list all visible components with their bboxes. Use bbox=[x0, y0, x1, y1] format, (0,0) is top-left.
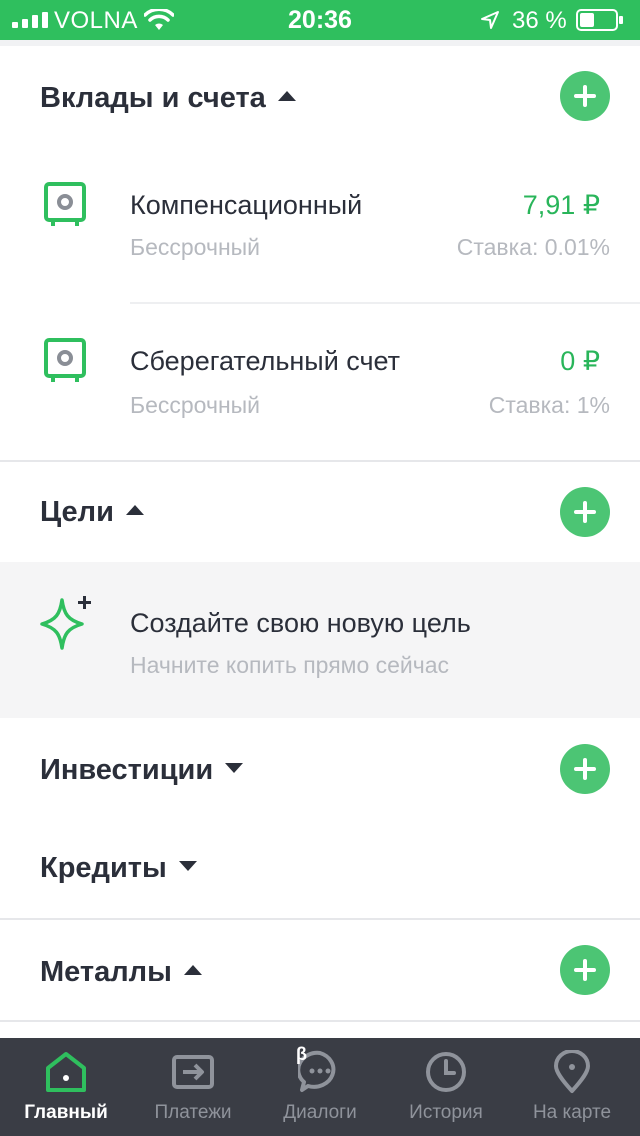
section-title-investments: Инвестиции bbox=[40, 754, 244, 787]
section-credits-header[interactable]: Кредиты bbox=[0, 818, 640, 918]
sparkle-plus-icon bbox=[40, 596, 91, 650]
section-investments-header[interactable]: Инвестиции bbox=[0, 718, 640, 818]
goal-card-title: Создайте свою новую цель bbox=[130, 608, 471, 638]
tab-label: История bbox=[409, 1102, 483, 1123]
tab-label: Диалоги bbox=[283, 1102, 357, 1123]
account-term: Бессрочный bbox=[130, 234, 261, 260]
add-metal-button[interactable] bbox=[560, 945, 610, 995]
tab-label: Главный bbox=[24, 1102, 108, 1123]
section-title-metals: Металлы bbox=[40, 956, 202, 989]
account-name: Компенсационный bbox=[130, 190, 363, 220]
clock-icon bbox=[426, 1052, 466, 1092]
section-deposits-label: Вклады и счета bbox=[40, 82, 266, 114]
section-title-credits: Кредиты bbox=[40, 852, 197, 885]
add-goal-button[interactable] bbox=[560, 487, 610, 537]
account-rate: Ставка: 1% bbox=[488, 392, 610, 418]
tab-label: Платежи bbox=[154, 1102, 232, 1123]
section-title-goals: Цели bbox=[40, 496, 144, 529]
add-deposit-button[interactable] bbox=[560, 71, 610, 121]
tab-label: На карте bbox=[532, 1102, 612, 1123]
tab-map[interactable]: На карте bbox=[508, 1038, 636, 1136]
add-investment-button[interactable] bbox=[560, 744, 610, 794]
location-arrow-icon bbox=[481, 11, 499, 29]
payments-icon bbox=[172, 1055, 214, 1089]
beta-badge: β bbox=[296, 1044, 307, 1064]
tab-bar: Главный Платежи Диалоги История На карте bbox=[0, 1038, 640, 1136]
tab-payments[interactable]: Платежи bbox=[129, 1038, 257, 1136]
safe-icon bbox=[44, 182, 86, 226]
account-amount: 7,91 ₽ bbox=[522, 190, 600, 220]
section-deposits-header[interactable]: Вклады и счета bbox=[0, 46, 640, 146]
section-goals-label: Цели bbox=[40, 496, 114, 528]
tab-dialogs[interactable]: Диалоги bbox=[256, 1038, 384, 1136]
section-goals-header[interactable]: Цели bbox=[0, 462, 640, 562]
section-metals-label: Металлы bbox=[40, 956, 172, 988]
section-title-deposits: Вклады и счета bbox=[40, 82, 296, 115]
account-name: Сберегательный счет bbox=[130, 346, 401, 376]
section-metals-header[interactable]: Металлы bbox=[0, 920, 640, 1020]
row-divider bbox=[130, 302, 640, 304]
caret-up-icon bbox=[277, 91, 296, 102]
map-pin-icon bbox=[554, 1050, 590, 1093]
section-divider bbox=[0, 1020, 640, 1022]
account-term: Бессрочный bbox=[130, 392, 261, 418]
home-icon bbox=[46, 1052, 86, 1092]
goal-card-subtitle: Начните копить прямо сейчас bbox=[130, 652, 450, 678]
account-row-savings[interactable]: Сберегательный счет Бессрочный 0 ₽ Ставк… bbox=[0, 306, 640, 456]
status-bar: VOLNA 20:36 36 % bbox=[0, 0, 640, 40]
caret-up-icon bbox=[125, 505, 144, 516]
battery-icon bbox=[576, 9, 623, 31]
section-investments-label: Инвестиции bbox=[40, 754, 214, 786]
caret-down-icon bbox=[225, 763, 244, 774]
caret-down-icon bbox=[178, 861, 197, 872]
battery-percentage: 36 % bbox=[512, 7, 567, 34]
tab-home[interactable]: Главный bbox=[2, 1038, 130, 1136]
account-amount: 0 ₽ bbox=[560, 346, 600, 376]
safe-icon bbox=[44, 338, 86, 382]
section-credits-label: Кредиты bbox=[40, 852, 167, 884]
create-goal-card[interactable]: Создайте свою новую цель Начните копить … bbox=[0, 562, 640, 718]
tab-history[interactable]: История bbox=[382, 1038, 510, 1136]
account-row-compensation[interactable]: Компенсационный Бессрочный 7,91 ₽ Ставка… bbox=[0, 150, 640, 300]
caret-up-icon bbox=[183, 965, 202, 976]
account-rate: Ставка: 0.01% bbox=[456, 234, 610, 260]
